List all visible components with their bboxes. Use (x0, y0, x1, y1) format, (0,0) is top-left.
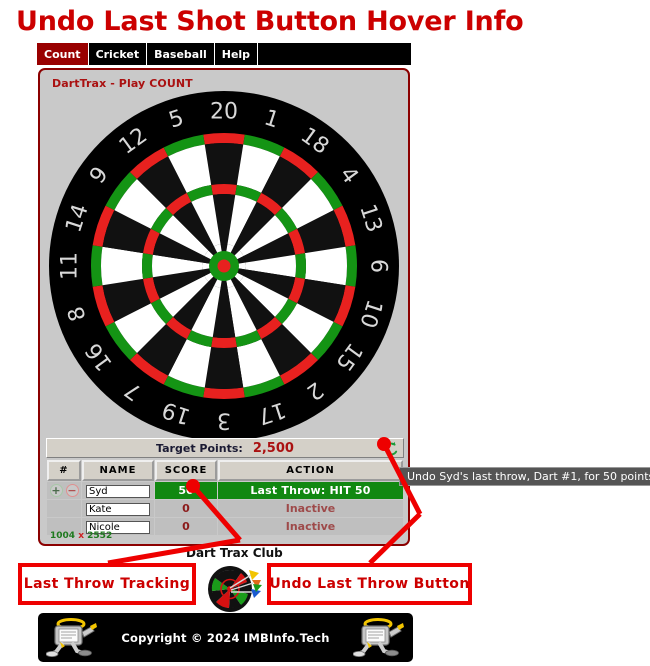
target-points-row: Target Points: 2,500 (46, 438, 404, 458)
column-header-name: NAME (82, 460, 154, 481)
player-action-cell: Inactive (218, 500, 403, 517)
page-title: Undo Last Shot Button Hover Info (16, 6, 524, 37)
undo-circular-arrow-icon (385, 441, 398, 455)
add-player-button[interactable]: + (49, 484, 63, 497)
tab-help[interactable]: Help (214, 43, 259, 65)
running-computer-mascot-icon (352, 615, 405, 661)
undo-last-shot-button[interactable] (382, 440, 400, 456)
player-name-input[interactable] (86, 484, 150, 498)
table-row: 0 Inactive (47, 500, 403, 517)
player-controls-cell: + − (47, 482, 81, 499)
undo-button-tooltip: Undo Syd's last throw, Dart #1, for 50 p… (399, 467, 650, 486)
player-action-cell: Last Throw: HIT 50 (218, 482, 403, 499)
player-score-cell: 0 (155, 500, 217, 517)
dimensions-height: 2552 (87, 531, 113, 541)
dartboard-svg[interactable]: 20 11841361015217319716811149125 (48, 90, 400, 442)
tab-bar-filler (258, 43, 411, 65)
dartboard[interactable]: 20 1 18 4 13 6 10 15 2 17 3 19 7 16 8 11 14 9 12 5 (48, 90, 400, 442)
player-name-cell (82, 500, 154, 517)
target-points-label: Target Points: (156, 441, 243, 455)
player-controls-cell (47, 500, 81, 517)
column-header-score: SCORE (155, 460, 217, 481)
score-table: # NAME SCORE ACTION + − Syd 50 Last Thro… (46, 459, 404, 536)
svg-text:11: 11 (58, 252, 83, 280)
dimensions-width: 1004 (50, 531, 76, 541)
score-table-header-row: # NAME SCORE ACTION (47, 460, 403, 481)
remove-player-button[interactable]: − (65, 484, 79, 497)
player-score-cell: 50 (155, 482, 217, 499)
player-action-cell: Inactive (218, 518, 403, 535)
annotation-last-throw-tracking: Last Throw Tracking (18, 563, 196, 605)
tab-cricket[interactable]: Cricket (88, 43, 148, 65)
column-header-action: ACTION (218, 460, 403, 481)
column-header-number: # (47, 460, 81, 481)
tab-bar: Count Cricket Baseball Help (36, 43, 411, 65)
table-row: + − 50 Last Throw: HIT 50 (47, 482, 403, 499)
annotation-label: Last Throw Tracking (23, 576, 191, 592)
scoreboard: Target Points: 2,500 # NAME SCORE ACTION (46, 438, 404, 535)
tab-baseball[interactable]: Baseball (147, 43, 215, 65)
tab-count[interactable]: Count (36, 43, 89, 65)
footer: Copyright © 2024 IMBInfo.Tech (38, 613, 413, 662)
player-score-cell: 0 (155, 518, 217, 535)
target-points-value: 2,500 (252, 440, 294, 456)
svg-text:3: 3 (217, 408, 231, 433)
svg-text:20: 20 (210, 100, 238, 125)
player-name-cell (82, 482, 154, 499)
app-heading: DartTrax - Play COUNT (52, 77, 193, 90)
dimensions-label: 1004 x 2552 (50, 531, 112, 541)
running-computer-mascot-icon (45, 615, 98, 661)
copyright-text: Copyright © 2024 IMBInfo.Tech (121, 630, 330, 645)
annotation-label: Undo Last Throw Button (269, 576, 470, 592)
svg-text:6: 6 (366, 259, 391, 273)
club-name: Dart Trax Club (186, 546, 283, 560)
app-panel: DartTrax - Play COUNT 20 1 18 4 13 6 10 15 2 17 3 1… (38, 68, 410, 546)
dimensions-separator: x (78, 531, 85, 541)
player-name-input[interactable] (86, 502, 150, 516)
annotation-undo-last-throw-button: Undo Last Throw Button (267, 563, 472, 605)
